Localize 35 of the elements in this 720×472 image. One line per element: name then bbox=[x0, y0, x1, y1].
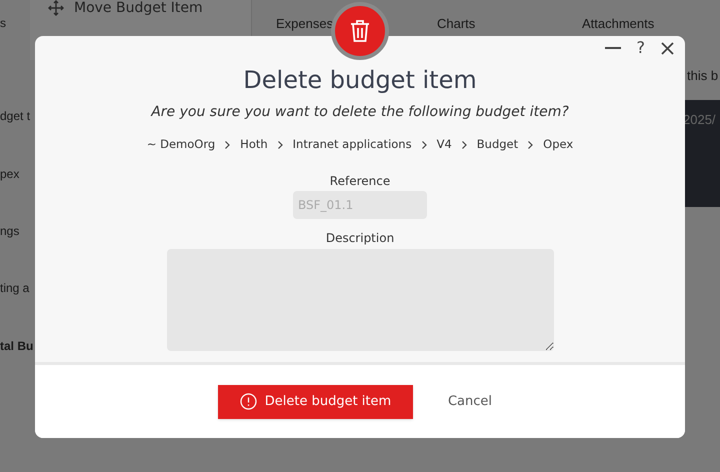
chevron-icon bbox=[528, 140, 534, 149]
move-icon bbox=[48, 0, 64, 16]
partial-text: ting a bbox=[0, 280, 30, 297]
dialog-title: Delete budget item bbox=[243, 65, 477, 96]
chevron-icon bbox=[422, 140, 427, 149]
tab[interactable]: Expenses bbox=[252, 10, 402, 40]
alert-icon bbox=[240, 393, 257, 410]
partial-text: ngs bbox=[0, 223, 20, 240]
partial-text: pex bbox=[0, 166, 20, 183]
cancel-button[interactable]: Cancel bbox=[438, 384, 502, 418]
field-label: Reference bbox=[330, 173, 390, 190]
partial-text: tal Bu bbox=[0, 338, 34, 355]
delete-button[interactable]: Delete budget item bbox=[218, 384, 413, 418]
close-icon bbox=[661, 42, 674, 54]
partial-text: 2025/ bbox=[683, 111, 717, 129]
chevron-icon bbox=[462, 140, 467, 149]
breadcrumb-item[interactable]: Hoth bbox=[240, 136, 268, 154]
tab[interactable]: Charts bbox=[402, 10, 542, 40]
confirmation-text: Are you sure you want to delete the following budget item? bbox=[151, 103, 569, 122]
breadcrumb-item[interactable]: Budget bbox=[476, 136, 518, 154]
partial-text: dget t bbox=[0, 108, 30, 125]
tab[interactable]: Attachments bbox=[542, 10, 712, 40]
chevron-icon bbox=[278, 140, 283, 149]
chevron-icon bbox=[225, 140, 230, 149]
field-label: Description bbox=[326, 230, 394, 248]
partial-text: this b bbox=[687, 67, 718, 85]
partial-text: s bbox=[0, 15, 6, 32]
breadcrumb-item[interactable]: V4 bbox=[436, 136, 452, 154]
menu-item[interactable]: Move Budget Item bbox=[74, 0, 203, 16]
trash-icon bbox=[350, 19, 370, 43]
breadcrumb-item[interactable]: Opex bbox=[543, 136, 574, 154]
breadcrumb-item[interactable]: ~ DemoOrg bbox=[146, 136, 216, 154]
minimize-icon bbox=[604, 47, 620, 49]
help-button[interactable]: ? bbox=[636, 38, 645, 58]
breadcrumb-item[interactable]: Intranet applications bbox=[292, 136, 412, 154]
